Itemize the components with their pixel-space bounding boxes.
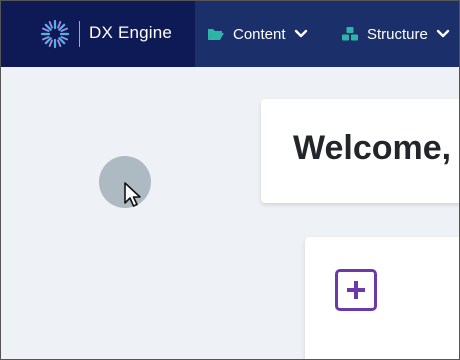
brand-divider	[79, 21, 80, 47]
app-window: DX Engine Content Structure Welcome,	[0, 0, 460, 360]
starburst-logo-icon	[40, 19, 70, 49]
chevron-down-icon	[436, 29, 450, 38]
add-card[interactable]	[305, 237, 459, 359]
nav-item-structure-label: Structure	[367, 25, 428, 43]
top-navigation-bar: DX Engine Content Structure	[1, 1, 459, 67]
nav-item-content[interactable]: Content	[207, 1, 308, 67]
welcome-card: Welcome,	[261, 99, 459, 203]
brand-area[interactable]: DX Engine	[1, 1, 195, 67]
plus-square-icon[interactable]	[335, 269, 377, 311]
folder-open-icon	[208, 29, 224, 40]
welcome-heading: Welcome,	[293, 129, 452, 167]
mouse-pointer-icon	[124, 182, 141, 207]
brand-name: DX Engine	[89, 23, 173, 42]
nav-item-structure[interactable]: Structure	[341, 1, 450, 67]
chevron-down-icon	[294, 29, 307, 38]
nav-item-content-label: Content	[233, 25, 286, 43]
cubes-icon	[342, 27, 358, 41]
